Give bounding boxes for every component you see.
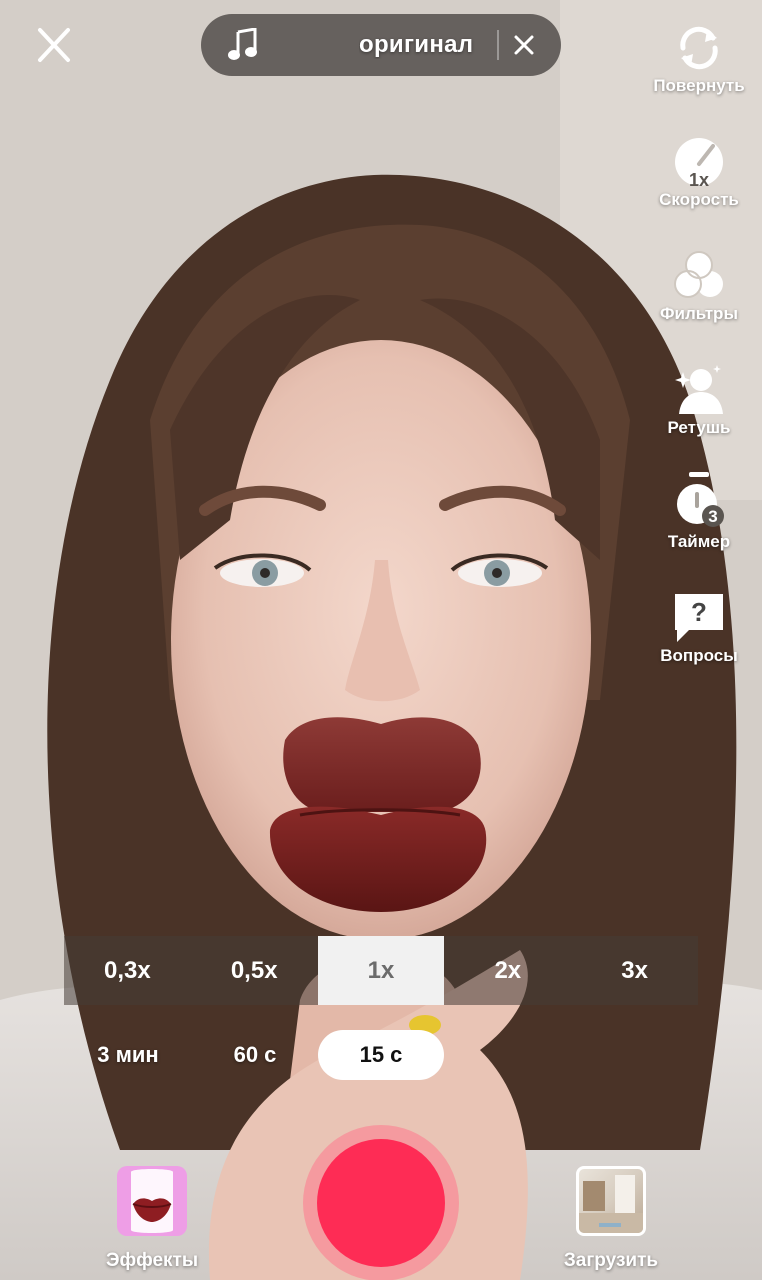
timer-tool[interactable]: 3 Таймер	[644, 470, 754, 552]
close-icon	[38, 28, 70, 62]
questions-tool[interactable]: ? Вопросы	[644, 590, 754, 666]
upload-label: Загрузить	[563, 1250, 659, 1271]
gallery-thumbnail	[576, 1166, 646, 1236]
speed-option[interactable]: 2x	[444, 936, 571, 1005]
duration-option[interactable]: 3 мин	[78, 1030, 178, 1080]
filters-icon	[674, 251, 723, 298]
speed-option-selected[interactable]: 1x	[317, 936, 445, 1005]
flip-camera-icon	[680, 26, 718, 70]
speedometer-icon: 1x	[675, 138, 723, 188]
speed-option[interactable]: 3x	[571, 936, 698, 1005]
lips-effect-icon	[131, 1169, 173, 1233]
timer-badge: 3	[708, 507, 717, 526]
speed-label: Скорость	[659, 190, 739, 209]
effects-label: Эффекты	[105, 1250, 199, 1271]
music-note-icon	[228, 28, 257, 60]
gallery-preview-icon	[579, 1175, 643, 1233]
speed-tool[interactable]: 1x Скорость	[644, 136, 754, 210]
beauty-label: Ретушь	[667, 418, 731, 437]
flip-camera-label: Повернуть	[653, 76, 745, 95]
sound-selector[interactable]: оригинал	[201, 14, 561, 76]
speed-badge: 1x	[689, 170, 709, 188]
timer-icon: 3	[677, 472, 724, 527]
close-button[interactable]	[30, 24, 78, 68]
record-button-ring[interactable]	[303, 1125, 459, 1280]
clear-sound-icon[interactable]	[511, 32, 537, 58]
timer-label: Таймер	[667, 532, 731, 551]
effects-button[interactable]: Эффекты	[104, 1166, 200, 1272]
speed-option[interactable]: 0,3x	[64, 936, 191, 1005]
question-bubble-icon: ?	[675, 594, 723, 642]
beauty-person-icon	[675, 365, 723, 414]
sound-divider	[497, 30, 499, 60]
duration-option-selected[interactable]: 15 с	[318, 1030, 444, 1080]
filters-tool[interactable]: Фильтры	[644, 250, 754, 324]
upload-button[interactable]: Загрузить	[556, 1166, 666, 1272]
beauty-tool[interactable]: Ретушь	[644, 364, 754, 438]
effects-thumbnail	[117, 1166, 187, 1236]
duration-selector: 3 мин 60 с 15 с	[0, 1030, 762, 1080]
questions-label: Вопросы	[660, 646, 738, 665]
filters-label: Фильтры	[660, 304, 738, 323]
flip-camera-tool[interactable]: Повернуть	[644, 22, 754, 96]
questions-badge: ?	[691, 597, 707, 627]
sound-title: оригинал	[359, 31, 474, 58]
duration-option[interactable]: 60 с	[210, 1030, 300, 1080]
speed-option[interactable]: 0,5x	[191, 936, 318, 1005]
record-button[interactable]	[317, 1139, 445, 1267]
speed-selector: 0,3x 0,5x 1x 2x 3x	[64, 936, 698, 1005]
